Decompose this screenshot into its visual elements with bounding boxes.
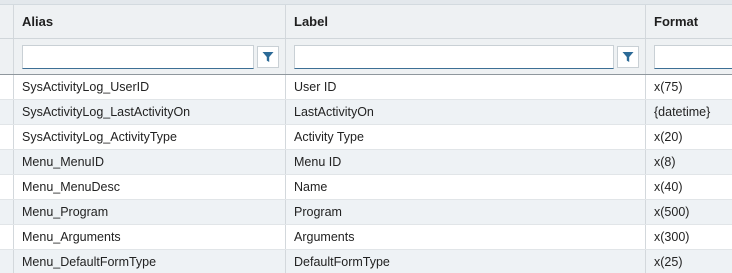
row-selector[interactable] — [0, 150, 14, 174]
row-selector[interactable] — [0, 125, 14, 149]
column-header-alias[interactable]: Alias — [14, 5, 286, 38]
label-cell[interactable]: Menu ID — [286, 150, 646, 174]
column-header-format[interactable]: Format — [646, 5, 732, 38]
column-header-format-label: Format — [654, 14, 699, 29]
format-filter-input[interactable] — [654, 44, 732, 69]
row-selector[interactable] — [0, 175, 14, 199]
filter-icon — [622, 51, 634, 62]
table-row[interactable]: Menu_MenuDesc Name x(40) — [0, 175, 732, 200]
alias-cell[interactable]: SysActivityLog_ActivityType — [14, 125, 286, 149]
filter-icon — [262, 51, 274, 62]
format-cell[interactable]: x(8) — [646, 150, 732, 174]
alias-cell[interactable]: SysActivityLog_LastActivityOn — [14, 100, 286, 124]
label-cell[interactable]: Program — [286, 200, 646, 224]
row-selector[interactable] — [0, 200, 14, 224]
row-selector[interactable] — [0, 100, 14, 124]
table-row[interactable]: Menu_DefaultFormType DefaultFormType x(25) — [0, 250, 732, 273]
table-row[interactable]: Menu_Program Program x(500) — [0, 200, 732, 225]
row-selector[interactable] — [0, 75, 14, 99]
row-selector-header[interactable] — [0, 5, 14, 38]
format-cell[interactable]: x(20) — [646, 125, 732, 149]
column-header-label[interactable]: Label — [286, 5, 646, 38]
table-row[interactable]: Menu_Arguments Arguments x(300) — [0, 225, 732, 250]
format-cell[interactable]: x(40) — [646, 175, 732, 199]
format-cell[interactable]: x(300) — [646, 225, 732, 249]
label-cell[interactable]: User ID — [286, 75, 646, 99]
alias-filter-button[interactable] — [257, 45, 279, 68]
grid-header-row: Alias Label Format — [0, 5, 732, 39]
alias-cell[interactable]: Menu_MenuID — [14, 150, 286, 174]
table-row[interactable]: SysActivityLog_UserID User ID x(75) — [0, 75, 732, 100]
column-header-alias-label: Alias — [22, 14, 54, 29]
format-cell[interactable]: x(75) — [646, 75, 732, 99]
table-row[interactable]: Menu_MenuID Menu ID x(8) — [0, 150, 732, 175]
grid-filter-row — [0, 39, 732, 75]
label-cell[interactable]: DefaultFormType — [286, 250, 646, 273]
row-selector[interactable] — [0, 225, 14, 249]
alias-filter-input[interactable] — [22, 44, 254, 69]
format-cell[interactable]: x(25) — [646, 250, 732, 273]
alias-cell[interactable]: SysActivityLog_UserID — [14, 75, 286, 99]
label-cell[interactable]: Activity Type — [286, 125, 646, 149]
filter-row-selector — [0, 39, 14, 74]
column-header-label-label: Label — [294, 14, 328, 29]
filter-cell-format — [646, 39, 732, 74]
data-grid: Alias Label Format SysActivityLog_UserID… — [0, 0, 732, 273]
alias-cell[interactable]: Menu_Program — [14, 200, 286, 224]
label-cell[interactable]: LastActivityOn — [286, 100, 646, 124]
alias-cell[interactable]: Menu_Arguments — [14, 225, 286, 249]
format-cell[interactable]: {datetime} — [646, 100, 732, 124]
filter-cell-label — [286, 39, 646, 74]
table-row[interactable]: SysActivityLog_ActivityType Activity Type… — [0, 125, 732, 150]
alias-cell[interactable]: Menu_MenuDesc — [14, 175, 286, 199]
label-cell[interactable]: Name — [286, 175, 646, 199]
label-filter-input[interactable] — [294, 44, 614, 69]
row-selector[interactable] — [0, 250, 14, 273]
label-cell[interactable]: Arguments — [286, 225, 646, 249]
label-filter-button[interactable] — [617, 45, 639, 68]
filter-cell-alias — [14, 39, 286, 74]
grid-body: SysActivityLog_UserID User ID x(75) SysActi… — [0, 75, 732, 273]
alias-cell[interactable]: Menu_DefaultFormType — [14, 250, 286, 273]
format-cell[interactable]: x(500) — [646, 200, 732, 224]
table-row[interactable]: SysActivityLog_LastActivityOn LastActivit… — [0, 100, 732, 125]
